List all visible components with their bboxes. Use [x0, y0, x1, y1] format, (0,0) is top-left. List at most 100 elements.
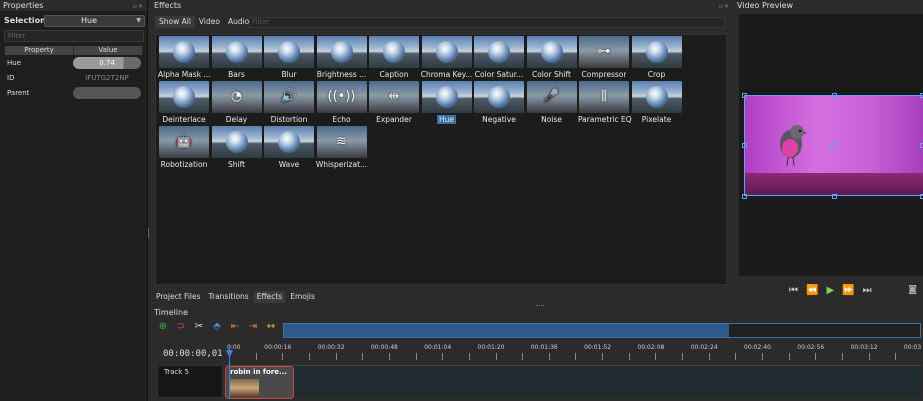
effect-item[interactable]: ≋ Whisperizat...: [316, 126, 368, 170]
razor-scissors-icon[interactable]: ✂: [193, 321, 205, 332]
effect-item[interactable]: ((•)) Echo: [316, 81, 368, 125]
effect-item[interactable]: Deinterlace: [158, 81, 210, 125]
tab-video[interactable]: Video: [195, 16, 224, 28]
effects-filter-input[interactable]: Filter: [249, 17, 725, 28]
dock-float-close-icon[interactable]: ▫✕: [133, 1, 144, 12]
effect-label-wrap: Delay: [211, 113, 263, 126]
column-header-value[interactable]: Value: [74, 46, 143, 55]
transform-handle[interactable]: [742, 143, 747, 148]
effect-label-wrap: Color Satur...: [473, 68, 525, 81]
tab-emojis[interactable]: Emojis: [287, 291, 318, 303]
ruler-tick: [655, 353, 657, 360]
current-timecode: 00:00:00,01: [163, 349, 223, 359]
effect-item[interactable]: 🔊 Distortion: [263, 81, 315, 125]
orb-icon: [173, 41, 195, 63]
effect-item[interactable]: ⊶ Compressor: [578, 36, 630, 80]
effect-item[interactable]: Color Satur...: [473, 36, 525, 80]
effects-titlebar: Effects ▫✕: [151, 0, 733, 11]
ruler-label: 00:02:40: [744, 344, 771, 351]
transform-handle[interactable]: [832, 93, 837, 98]
effect-item[interactable]: ⇹ Expander: [368, 81, 420, 125]
id-value[interactable]: IFUTG2T2NP: [73, 72, 141, 84]
tab-show-all[interactable]: Show All: [155, 16, 195, 28]
effect-item[interactable]: 🎤 Noise: [526, 81, 578, 125]
effect-label-wrap: Echo: [316, 113, 368, 126]
effect-item[interactable]: Wave: [263, 126, 315, 170]
scrollbar-track[interactable]: [729, 324, 920, 337]
effect-thumbnail: [369, 36, 419, 68]
effect-item[interactable]: Caption: [368, 36, 420, 80]
effect-item[interactable]: 🤖 Robotization: [158, 126, 210, 170]
effect-item[interactable]: ◔ Delay: [211, 81, 263, 125]
previous-marker-icon[interactable]: ⇤: [229, 321, 241, 332]
orb-icon: [645, 86, 668, 108]
jump-start-icon[interactable]: ⏮: [789, 285, 798, 296]
property-key: ID: [7, 73, 15, 82]
video-frame[interactable]: [744, 95, 923, 196]
effect-thumbnail: [631, 81, 682, 113]
effect-item[interactable]: Negative: [473, 81, 525, 125]
table-row[interactable]: ID IFUTG2T2NP: [5, 70, 143, 85]
effect-item[interactable]: Brightness ...: [316, 36, 368, 80]
transform-handle[interactable]: [742, 194, 747, 199]
panel-splitter-handle[interactable]: [148, 228, 150, 238]
effect-item[interactable]: Shift: [211, 126, 263, 170]
effect-item[interactable]: Alpha Mask ...: [158, 36, 211, 80]
track-header[interactable]: Track 5: [157, 365, 223, 398]
transform-handle[interactable]: [742, 93, 747, 98]
effect-item[interactable]: Color Shift: [526, 36, 578, 80]
fast-forward-icon[interactable]: ⏩: [842, 285, 854, 296]
horizontal-splitter-handle[interactable]: [536, 305, 544, 306]
transform-handle[interactable]: [832, 194, 837, 199]
rewind-icon[interactable]: ⏪: [806, 285, 818, 296]
next-marker-icon[interactable]: ⇥: [247, 321, 259, 332]
properties-filter-input[interactable]: Filter: [4, 30, 144, 42]
timeline-title: Timeline: [154, 308, 189, 317]
orb-icon: [645, 41, 668, 63]
effect-item[interactable]: Pixelate: [631, 81, 683, 125]
effect-item[interactable]: Blur: [263, 36, 315, 80]
jump-end-icon[interactable]: ⏭: [863, 285, 872, 296]
effect-label-wrap: Hue: [421, 113, 473, 126]
video-canvas[interactable]: [739, 14, 923, 276]
parent-value[interactable]: [73, 86, 141, 99]
tab-project-files[interactable]: Project Files: [153, 291, 204, 303]
camera-icon[interactable]: ◙: [908, 285, 917, 295]
tab-effects[interactable]: Effects: [253, 291, 286, 303]
add-marker-icon[interactable]: ⬘: [211, 321, 223, 332]
ruler-label: 00:00:32: [317, 344, 345, 351]
table-row[interactable]: Hue 0.74: [5, 55, 143, 70]
effect-item[interactable]: Crop: [631, 36, 683, 80]
add-track-icon[interactable]: ⊕: [157, 321, 169, 332]
snap-magnet-icon[interactable]: ⊃: [175, 321, 187, 332]
effect-label-wrap: Parametric EQ: [578, 113, 632, 126]
effect-item[interactable]: Chroma Key...: [421, 36, 473, 80]
selection-dropdown[interactable]: Hue ▼: [44, 15, 145, 27]
effect-label-wrap: Compressor: [578, 68, 630, 81]
track-name: Track 5: [164, 368, 189, 376]
effect-thumbnail: ⇹: [369, 81, 419, 113]
property-key: Parent: [7, 88, 30, 97]
ruler-tick: [335, 353, 337, 360]
center-timeline-icon[interactable]: ↔: [265, 321, 277, 332]
properties-table: Property Value Hue 0.74 ID IFUTG2T2NP Pa…: [5, 46, 143, 100]
hue-value-slider[interactable]: 0.74: [73, 56, 141, 69]
timeline-ruler[interactable]: 0:00 00:00:16 00:00:32 00:00:48 00:01:04 00:0…: [225, 344, 923, 361]
effect-item[interactable]: ⫼ Parametric EQ: [578, 81, 632, 126]
effect-item[interactable]: Hue: [421, 81, 473, 125]
column-header-property[interactable]: Property: [5, 46, 74, 55]
effect-label: Alpha Mask ...: [158, 70, 211, 79]
effect-thumbnail: [211, 36, 262, 68]
effect-thumbnail: ◔: [211, 81, 262, 113]
playhead-line[interactable]: [229, 344, 230, 399]
effect-item[interactable]: Bars: [211, 36, 263, 80]
effect-thumbnail: [159, 81, 209, 113]
track-lane[interactable]: robin in fore...: [225, 365, 921, 399]
video-clip[interactable]: robin in fore...: [225, 366, 294, 399]
speaker-icon: 🔊: [280, 89, 298, 104]
transform-center-handle[interactable]: [830, 142, 839, 151]
tab-transitions[interactable]: Transitions: [206, 291, 252, 303]
dock-float-close-icon[interactable]: ▫✕: [719, 1, 730, 12]
table-row[interactable]: Parent: [5, 85, 143, 100]
play-icon[interactable]: ▶: [826, 285, 834, 296]
